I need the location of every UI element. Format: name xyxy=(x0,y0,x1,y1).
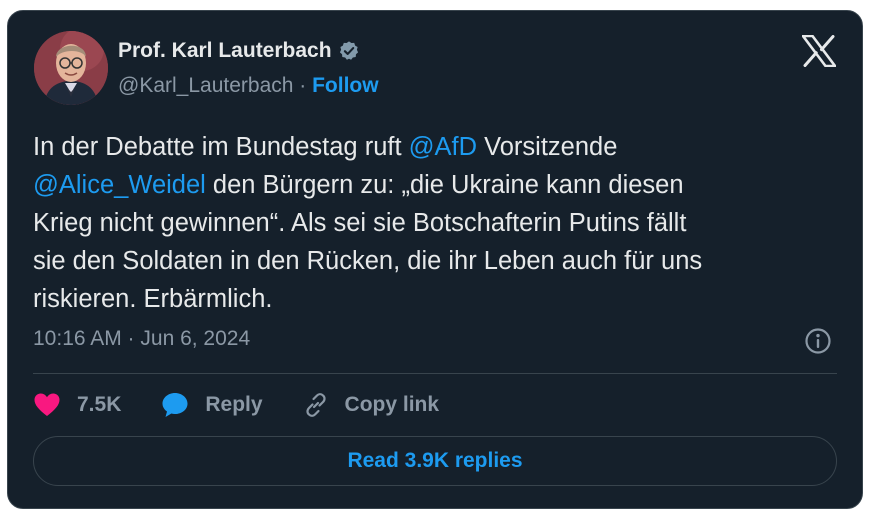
read-replies-label: Read 3.9K replies xyxy=(347,449,523,472)
heart-icon xyxy=(34,393,60,416)
tweet-text: In der Debatte im Bundestag ruft @AfD Vo… xyxy=(33,128,853,318)
x-logo-icon[interactable] xyxy=(801,34,837,68)
tweet-text-segment: In der Debatte im Bundestag ruft xyxy=(33,133,409,161)
tweet-actions: 7.5K Reply Copy link xyxy=(33,389,479,421)
info-icon[interactable] xyxy=(804,327,832,355)
follow-link[interactable]: Follow xyxy=(312,74,379,97)
tweet-timestamp[interactable]: 10:16 AM · Jun 6, 2024 xyxy=(33,327,250,351)
copy-link-label: Copy link xyxy=(344,393,440,416)
author-handle-row: @Karl_Lauterbach · Follow xyxy=(118,74,379,98)
tweet-card: Prof. Karl Lauterbach @Karl_Lauterbach ·… xyxy=(7,10,863,509)
like-count: 7.5K xyxy=(77,393,122,416)
mention-link[interactable]: @Alice_Weidel xyxy=(33,171,206,199)
verified-badge-icon xyxy=(338,40,360,62)
link-icon xyxy=(305,393,326,417)
mention-link[interactable]: @AfD xyxy=(409,133,477,161)
author-name-row: Prof. Karl Lauterbach xyxy=(118,39,360,63)
handle-separator: · xyxy=(293,74,313,97)
reply-bubble-icon xyxy=(162,393,188,417)
author-handle[interactable]: @Karl_Lauterbach xyxy=(118,74,293,97)
reply-label: Reply xyxy=(205,393,263,416)
read-replies-button[interactable]: Read 3.9K replies xyxy=(33,436,837,486)
copy-link-button[interactable]: Copy link xyxy=(303,392,440,418)
like-button[interactable]: 7.5K xyxy=(33,392,121,418)
avatar[interactable] xyxy=(34,31,108,105)
divider xyxy=(33,373,837,374)
reply-button[interactable]: Reply xyxy=(161,391,263,419)
author-name[interactable]: Prof. Karl Lauterbach xyxy=(118,39,332,63)
tweet-text-segment: Vorsitzende xyxy=(484,133,618,161)
profile-photo xyxy=(34,31,108,105)
